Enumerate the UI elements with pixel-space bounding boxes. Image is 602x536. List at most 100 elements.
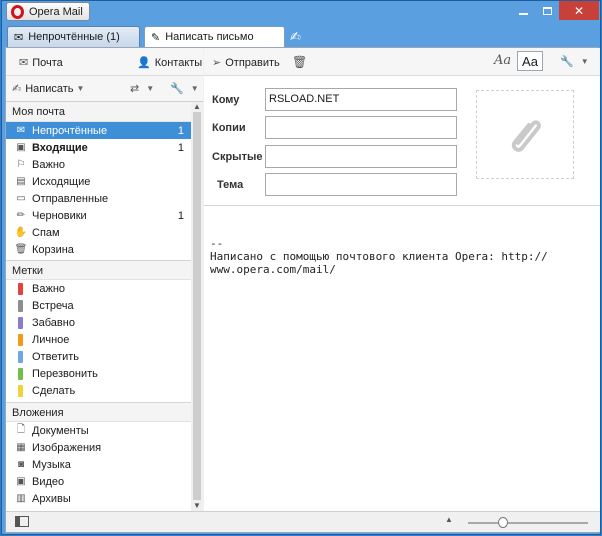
attachment-drop-zone[interactable] [476,90,574,179]
label-tag-icon [18,299,23,312]
settings-button[interactable]: 🔧 ▼ [170,82,199,95]
zoom-dropdown-icon[interactable]: ▲ [445,515,453,524]
folder-important[interactable]: ⚐ Важно [6,156,191,173]
section-labels: Метки [6,260,191,280]
minimize-button[interactable] [511,1,535,20]
attachment-label: Документы [32,424,89,437]
zoom-slider-handle[interactable] [498,517,508,528]
sidebar-toolbar-bottom: ✍ Написать ▼ ⇄ ▼ 🔧 ▼ [6,76,203,102]
label-tag-icon [18,350,23,363]
attachments-archives[interactable]: ▥ Архивы [6,490,191,507]
close-icon: ✕ [573,3,585,18]
inbox-icon: ▣ [16,142,26,153]
pencil-icon: ✎ [151,31,161,44]
sidebar: ✉ Почта 👤 Контакты ✍ Написать ▼ ⇄ ▼ 🔧 ▼ … [6,48,203,511]
folder-trash[interactable]: 🗑 Корзина [6,241,191,258]
folder-spam[interactable]: ✋ Спам [6,224,191,241]
label-personal[interactable]: Личное [6,331,191,348]
label-tag-icon [18,282,23,295]
scroll-down-icon[interactable]: ▼ [193,501,201,510]
label-callback[interactable]: Перезвонить [6,365,191,382]
compose-label: Написать [25,82,74,95]
sidebar-toolbar-top: ✉ Почта 👤 Контакты [6,48,203,76]
music-icon: ◙ [17,459,25,470]
tab-unread[interactable]: ✉ Непрочтённые (1) [7,26,140,47]
maximize-button[interactable] [535,1,559,20]
opera-menu-button[interactable]: Opera Mail [6,2,90,21]
rich-text-format-button[interactable]: Aa [494,53,511,68]
folder-drafts[interactable]: ✏ Черновики 1 [6,207,191,224]
compose-settings-button[interactable]: 🔧 ▼ [560,55,589,68]
sent-icon: ▭ [16,193,26,204]
folder-label: Отправленные [32,192,109,205]
label-meeting[interactable]: Встреча [6,297,191,314]
label-tag-icon [18,367,23,380]
label-reply[interactable]: Ответить [6,348,191,365]
attachments-images[interactable]: ▦ Изображения [6,439,191,456]
opera-logo-icon [11,4,24,19]
mail-icon: ✉ [19,57,29,69]
folder-label: Черновики [32,209,87,222]
folder-outbox[interactable]: ▤ Исходящие [6,173,191,190]
sync-button[interactable]: ⇄ ▼ [130,82,154,95]
tab-label: Написать письмо [165,31,254,43]
zoom-slider[interactable] [468,522,588,524]
paperclip-icon [511,119,541,152]
video-icon: ▣ [16,476,26,487]
tab-compose[interactable]: ✎ Написать письмо [144,26,285,47]
minimize-icon [518,12,528,15]
attachment-label: Архивы [32,492,71,505]
app-window: Opera Mail ✕ ✉ Непрочтённые (1) ✎ Написа… [1,0,601,535]
delete-button[interactable]: 🗑 [292,55,311,69]
label-text: Личное [32,333,70,346]
message-body[interactable]: -- Написано с помощью почтового клиента … [204,207,600,511]
folder-sent[interactable]: ▭ Отправленные [6,190,191,207]
spam-icon: ✋ [14,227,28,238]
folder-label: Спам [32,226,60,239]
wrench-icon: 🔧 [170,83,184,95]
scrollbar-thumb[interactable] [193,112,201,500]
toggle-panel-button[interactable] [15,516,29,527]
section-attachments: Вложения [6,402,191,422]
label-todo[interactable]: Сделать [6,382,191,399]
folder-label: Исходящие [32,175,91,188]
plain-text-format-button[interactable]: Aa [517,51,543,71]
compose-panel: ➢ Отправить 🗑 Aa Aa 🔧 ▼ Кому RSLOAD.NET … [204,48,600,511]
mail-label: Почта [32,56,63,69]
subject-field[interactable] [265,173,457,196]
label-text: Перезвонить [32,367,98,380]
folder-count: 1 [177,124,184,137]
app-title: Opera Mail [29,5,83,18]
important-icon: ⚐ [16,159,26,170]
subject-label: Тема [217,179,244,191]
send-icon: ➢ [212,57,222,69]
folder-unread[interactable]: ✉ Непрочтённые 1 [6,122,191,139]
label-important[interactable]: Важно [6,280,191,297]
attachments-music[interactable]: ◙ Музыка [6,456,191,473]
mail-button[interactable]: ✉ Почта [19,56,63,70]
close-button[interactable]: ✕ [559,1,599,20]
attachment-label: Музыка [32,458,71,471]
sidebar-scrollbar[interactable]: ▲ ▼ [191,102,203,511]
bcc-field[interactable] [265,145,457,168]
scroll-up-icon[interactable]: ▲ [193,102,201,111]
compose-toolbar: ➢ Отправить 🗑 Aa Aa 🔧 ▼ [204,48,600,76]
maximize-icon [542,6,552,15]
label-tag-icon [18,384,23,397]
new-message-tab-button[interactable]: ✍ [290,29,308,45]
label-funny[interactable]: Забавно [6,314,191,331]
archive-icon: ▥ [16,493,26,504]
attachments-documents[interactable]: 🗋 Документы [6,422,191,439]
to-field[interactable]: RSLOAD.NET [265,88,457,111]
cc-field[interactable] [265,116,457,139]
to-label: Кому [212,94,240,106]
compose-button[interactable]: ✍ Написать ▼ [12,82,84,96]
attachments-video[interactable]: ▣ Видео [6,473,191,490]
outbox-icon: ▤ [16,176,26,187]
folder-inbox[interactable]: ▣ Входящие 1 [6,139,191,156]
unread-icon: ✉ [16,125,26,136]
send-button[interactable]: ➢ Отправить [212,56,280,70]
attachment-label: Изображения [32,441,102,454]
contacts-icon: 👤 [137,57,151,69]
contacts-button[interactable]: 👤 Контакты [137,56,202,70]
